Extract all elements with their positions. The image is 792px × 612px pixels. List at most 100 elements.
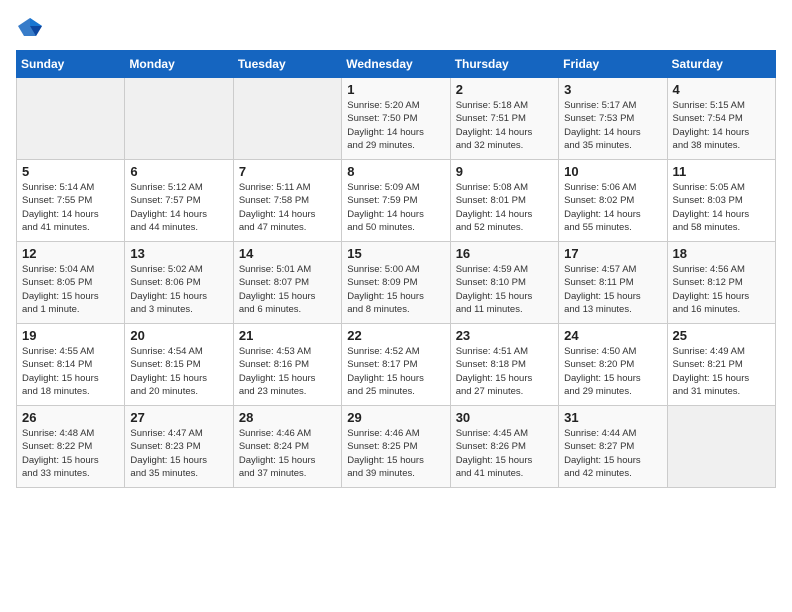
calendar-cell (17, 78, 125, 160)
day-number: 9 (456, 164, 553, 179)
calendar-cell (233, 78, 341, 160)
calendar-cell: 27 Sunrise: 4:47 AM Sunset: 8:23 PM Dayli… (125, 406, 233, 488)
cell-info: Sunrise: 4:54 AM Sunset: 8:15 PM Dayligh… (130, 345, 227, 398)
day-number: 20 (130, 328, 227, 343)
calendar-cell: 4Sunrise: 5:15 AM Sunset: 7:54 PM Daylig… (667, 78, 775, 160)
cell-info: Sunrise: 5:11 AM Sunset: 7:58 PM Dayligh… (239, 181, 336, 234)
calendar-cell: 21Sunrise: 4:53 AM Sunset: 8:16 PM Dayli… (233, 324, 341, 406)
calendar-cell: 11 Sunrise: 5:05 AM Sunset: 8:03 PM Dayli… (667, 160, 775, 242)
day-number: 22 (347, 328, 444, 343)
cell-info: Sunrise: 4:50 AM Sunset: 8:20 PM Dayligh… (564, 345, 661, 398)
calendar-cell: 28Sunrise: 4:46 AM Sunset: 8:24 PM Dayli… (233, 406, 341, 488)
cell-info: Sunrise: 4:52 AM Sunset: 8:17 PM Dayligh… (347, 345, 444, 398)
cell-info: Sunrise: 5:04 AM Sunset: 8:05 PM Dayligh… (22, 263, 119, 316)
week-row-5: 26 Sunrise: 4:48 AM Sunset: 8:22 PM Dayli… (17, 406, 776, 488)
cell-info: Sunrise: 5:18 AM Sunset: 7:51 PM Dayligh… (456, 99, 553, 152)
cell-info: Sunrise: 5:14 AM Sunset: 7:55 PM Dayligh… (22, 181, 119, 234)
week-row-4: 19Sunrise: 4:55 AM Sunset: 8:14 PM Dayli… (17, 324, 776, 406)
calendar-cell: 10 Sunrise: 5:06 AM Sunset: 8:02 PM Dayli… (559, 160, 667, 242)
day-number: 6 (130, 164, 227, 179)
day-number: 1 (347, 82, 444, 97)
cell-info: Sunrise: 4:55 AM Sunset: 8:14 PM Dayligh… (22, 345, 119, 398)
calendar-cell: 31 Sunrise: 4:44 AM Sunset: 8:27 PM Dayli… (559, 406, 667, 488)
calendar-cell: 6 Sunrise: 5:12 AM Sunset: 7:57 PM Daylig… (125, 160, 233, 242)
calendar-cell: 16 Sunrise: 4:59 AM Sunset: 8:10 PM Dayli… (450, 242, 558, 324)
cell-info: Sunrise: 4:47 AM Sunset: 8:23 PM Dayligh… (130, 427, 227, 480)
header-day-tuesday: Tuesday (233, 51, 341, 78)
cell-info: Sunrise: 5:20 AM Sunset: 7:50 PM Dayligh… (347, 99, 444, 152)
cell-info: Sunrise: 4:48 AM Sunset: 8:22 PM Dayligh… (22, 427, 119, 480)
day-number: 7 (239, 164, 336, 179)
day-number: 31 (564, 410, 661, 425)
calendar-cell: 3 Sunrise: 5:17 AM Sunset: 7:53 PM Daylig… (559, 78, 667, 160)
cell-info: Sunrise: 4:49 AM Sunset: 8:21 PM Dayligh… (673, 345, 770, 398)
day-number: 26 (22, 410, 119, 425)
day-number: 27 (130, 410, 227, 425)
cell-info: Sunrise: 5:17 AM Sunset: 7:53 PM Dayligh… (564, 99, 661, 152)
cell-info: Sunrise: 5:05 AM Sunset: 8:03 PM Dayligh… (673, 181, 770, 234)
cell-info: Sunrise: 4:57 AM Sunset: 8:11 PM Dayligh… (564, 263, 661, 316)
day-number: 8 (347, 164, 444, 179)
calendar-cell: 15Sunrise: 5:00 AM Sunset: 8:09 PM Dayli… (342, 242, 450, 324)
calendar-cell: 8 Sunrise: 5:09 AM Sunset: 7:59 PM Daylig… (342, 160, 450, 242)
calendar-table: SundayMondayTuesdayWednesdayThursdayFrid… (16, 50, 776, 488)
calendar-cell: 30 Sunrise: 4:45 AM Sunset: 8:26 PM Dayli… (450, 406, 558, 488)
calendar-header-row: SundayMondayTuesdayWednesdayThursdayFrid… (17, 51, 776, 78)
cell-info: Sunrise: 5:09 AM Sunset: 7:59 PM Dayligh… (347, 181, 444, 234)
calendar-cell: 18 Sunrise: 4:56 AM Sunset: 8:12 PM Dayli… (667, 242, 775, 324)
calendar-cell (125, 78, 233, 160)
day-number: 30 (456, 410, 553, 425)
day-number: 15 (347, 246, 444, 261)
cell-info: Sunrise: 4:44 AM Sunset: 8:27 PM Dayligh… (564, 427, 661, 480)
calendar-cell: 2 Sunrise: 5:18 AM Sunset: 7:51 PM Daylig… (450, 78, 558, 160)
day-number: 10 (564, 164, 661, 179)
day-number: 13 (130, 246, 227, 261)
calendar-cell: 24 Sunrise: 4:50 AM Sunset: 8:20 PM Dayli… (559, 324, 667, 406)
calendar-cell: 12Sunrise: 5:04 AM Sunset: 8:05 PM Dayli… (17, 242, 125, 324)
calendar-cell: 22 Sunrise: 4:52 AM Sunset: 8:17 PM Dayli… (342, 324, 450, 406)
header-day-friday: Friday (559, 51, 667, 78)
day-number: 24 (564, 328, 661, 343)
calendar-cell: 1 Sunrise: 5:20 AM Sunset: 7:50 PM Daylig… (342, 78, 450, 160)
day-number: 14 (239, 246, 336, 261)
cell-info: Sunrise: 5:08 AM Sunset: 8:01 PM Dayligh… (456, 181, 553, 234)
cell-info: Sunrise: 5:12 AM Sunset: 7:57 PM Dayligh… (130, 181, 227, 234)
day-number: 23 (456, 328, 553, 343)
cell-info: Sunrise: 5:06 AM Sunset: 8:02 PM Dayligh… (564, 181, 661, 234)
day-number: 17 (564, 246, 661, 261)
cell-info: Sunrise: 4:59 AM Sunset: 8:10 PM Dayligh… (456, 263, 553, 316)
week-row-1: 1 Sunrise: 5:20 AM Sunset: 7:50 PM Daylig… (17, 78, 776, 160)
cell-info: Sunrise: 4:46 AM Sunset: 8:24 PM Dayligh… (239, 427, 336, 480)
logo-icon (16, 16, 44, 38)
calendar-cell: 26 Sunrise: 4:48 AM Sunset: 8:22 PM Dayli… (17, 406, 125, 488)
cell-info: Sunrise: 5:01 AM Sunset: 8:07 PM Dayligh… (239, 263, 336, 316)
cell-info: Sunrise: 4:45 AM Sunset: 8:26 PM Dayligh… (456, 427, 553, 480)
week-row-2: 5Sunrise: 5:14 AM Sunset: 7:55 PM Daylig… (17, 160, 776, 242)
calendar-cell: 23 Sunrise: 4:51 AM Sunset: 8:18 PM Dayli… (450, 324, 558, 406)
page-header (16, 16, 776, 38)
calendar-cell: 19Sunrise: 4:55 AM Sunset: 8:14 PM Dayli… (17, 324, 125, 406)
calendar-cell: 29Sunrise: 4:46 AM Sunset: 8:25 PM Dayli… (342, 406, 450, 488)
header-day-monday: Monday (125, 51, 233, 78)
cell-info: Sunrise: 4:53 AM Sunset: 8:16 PM Dayligh… (239, 345, 336, 398)
calendar-cell: 5Sunrise: 5:14 AM Sunset: 7:55 PM Daylig… (17, 160, 125, 242)
day-number: 3 (564, 82, 661, 97)
week-row-3: 12Sunrise: 5:04 AM Sunset: 8:05 PM Dayli… (17, 242, 776, 324)
calendar-cell: 9 Sunrise: 5:08 AM Sunset: 8:01 PM Daylig… (450, 160, 558, 242)
header-day-sunday: Sunday (17, 51, 125, 78)
day-number: 25 (673, 328, 770, 343)
cell-info: Sunrise: 4:51 AM Sunset: 8:18 PM Dayligh… (456, 345, 553, 398)
day-number: 16 (456, 246, 553, 261)
cell-info: Sunrise: 4:56 AM Sunset: 8:12 PM Dayligh… (673, 263, 770, 316)
day-number: 29 (347, 410, 444, 425)
day-number: 11 (673, 164, 770, 179)
calendar-cell: 7 Sunrise: 5:11 AM Sunset: 7:58 PM Daylig… (233, 160, 341, 242)
day-number: 4 (673, 82, 770, 97)
header-day-thursday: Thursday (450, 51, 558, 78)
day-number: 2 (456, 82, 553, 97)
calendar-cell (667, 406, 775, 488)
calendar-cell: 20 Sunrise: 4:54 AM Sunset: 8:15 PM Dayli… (125, 324, 233, 406)
calendar-cell: 13 Sunrise: 5:02 AM Sunset: 8:06 PM Dayli… (125, 242, 233, 324)
day-number: 18 (673, 246, 770, 261)
cell-info: Sunrise: 5:02 AM Sunset: 8:06 PM Dayligh… (130, 263, 227, 316)
